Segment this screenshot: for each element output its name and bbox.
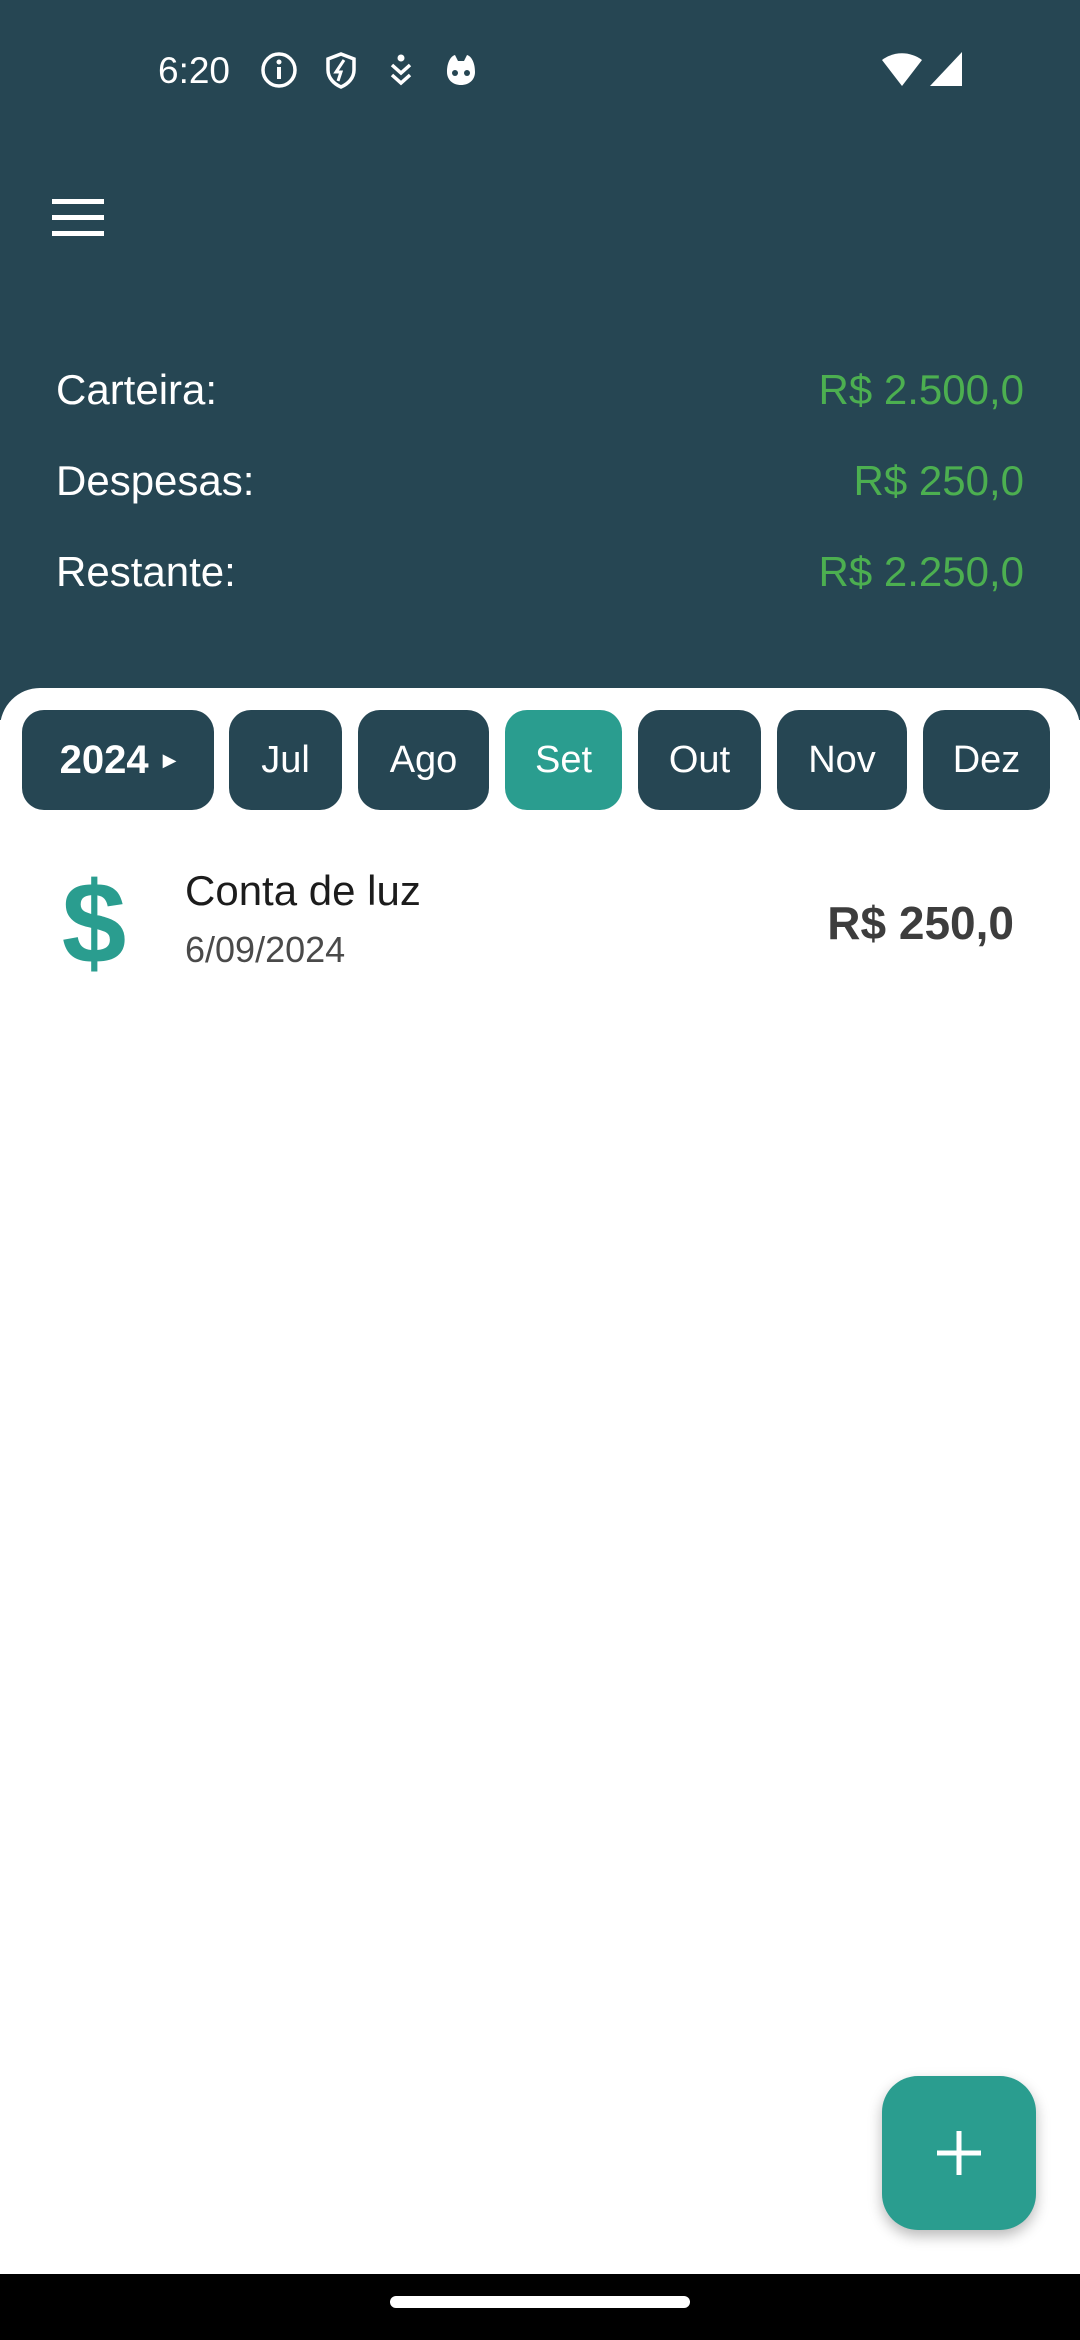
month-chip-jul[interactable]: Jul: [229, 710, 342, 810]
hamburger-menu-icon: [52, 199, 104, 236]
year-label: 2024: [59, 737, 149, 782]
expenses-value: R$ 250,0: [853, 457, 1024, 504]
year-selector[interactable]: 2024 ▶: [22, 710, 214, 810]
menu-button[interactable]: [36, 176, 120, 260]
app-header: 6:20 Carteira: R$ 2.500,0 Despesas: R$ 2…: [0, 0, 1080, 720]
month-chip-nov[interactable]: Nov: [777, 710, 907, 810]
plus-icon: [937, 2131, 981, 2175]
month-chip-label: Dez: [952, 738, 1021, 781]
month-chip-label: Nov: [808, 738, 876, 781]
expense-list-item[interactable]: $ Conta de luz 6/09/2024 R$ 250,0: [0, 863, 1080, 1023]
main-content: 2024 ▶ Jul Ago Set Out Nov Dez $ Conta d…: [0, 688, 1080, 2274]
remaining-value: R$ 2.250,0: [818, 548, 1025, 595]
month-chip-label: Set: [534, 738, 593, 781]
month-chip-label: Ago: [389, 738, 458, 781]
expense-amount: R$ 250,0: [827, 897, 1014, 949]
shield-icon: [326, 52, 356, 89]
home-indicator[interactable]: [390, 2296, 690, 2308]
download-icon: [390, 54, 412, 86]
month-chip-label: Jul: [261, 738, 310, 781]
status-bar: 6:20: [0, 0, 1080, 140]
dollar-sign-icon: $: [61, 858, 127, 988]
info-icon: [261, 52, 297, 88]
expense-date: 6/09/2024: [185, 929, 346, 970]
wifi-icon: [882, 53, 922, 86]
month-chip-dez[interactable]: Dez: [923, 710, 1050, 810]
expense-title: Conta de luz: [185, 867, 421, 914]
remaining-label: Restante:: [56, 548, 236, 595]
cat-face-icon: [447, 55, 475, 85]
signal-icon: [930, 52, 962, 86]
caret-right-icon: ▶: [162, 749, 177, 770]
wallet-row: Carteira: R$ 2.500,0: [56, 360, 1024, 420]
system-nav-bar: [0, 2274, 1080, 2340]
add-expense-button[interactable]: [882, 2076, 1036, 2230]
month-chip-set[interactable]: Set: [505, 710, 622, 810]
month-chip-ago[interactable]: Ago: [358, 710, 489, 810]
status-time: 6:20: [158, 50, 231, 91]
wallet-label: Carteira:: [56, 366, 218, 413]
wallet-value: R$ 2.500,0: [818, 366, 1025, 413]
month-chip-label: Out: [668, 738, 731, 781]
expenses-row: Despesas: R$ 250,0: [56, 451, 1024, 511]
month-chip-out[interactable]: Out: [638, 710, 761, 810]
expenses-label: Despesas:: [56, 457, 255, 504]
remaining-row: Restante: R$ 2.250,0: [56, 542, 1024, 602]
